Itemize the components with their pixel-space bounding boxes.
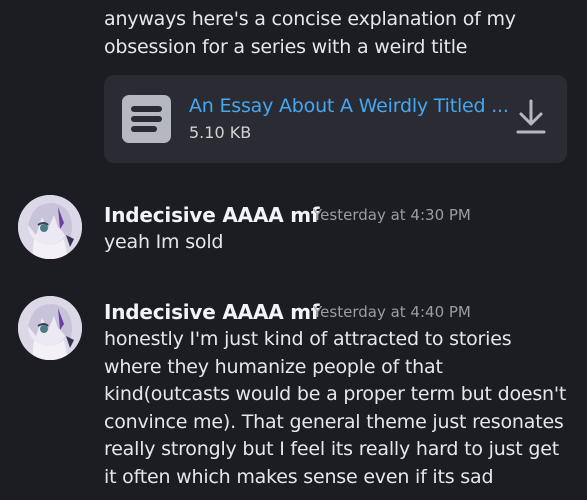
username[interactable]: Indecisive AAAA mf: [104, 300, 320, 324]
avatar[interactable]: [18, 296, 82, 360]
avatar[interactable]: [18, 195, 82, 259]
file-attachment[interactable]: An Essay About A Weirdly Titled ... 5.10…: [104, 75, 567, 163]
download-icon[interactable]: [513, 97, 549, 137]
message-text: anyways here's a concise explanation of …: [104, 8, 516, 58]
message-text: yeah Im sold: [104, 231, 224, 253]
file-size: 5.10 KB: [189, 123, 252, 142]
file-name-link[interactable]: An Essay About A Weirdly Titled ...: [189, 95, 509, 117]
message-text: honestly I'm just kind of attracted to s…: [104, 328, 567, 488]
timestamp: Yesterday at 4:40 PM: [313, 303, 471, 321]
timestamp: Yesterday at 4:30 PM: [313, 206, 471, 224]
document-icon: [122, 95, 171, 143]
username[interactable]: Indecisive AAAA mf: [104, 203, 320, 227]
